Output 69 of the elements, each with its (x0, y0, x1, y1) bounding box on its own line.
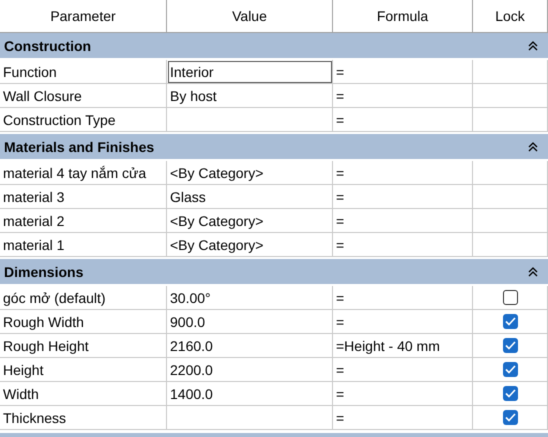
table-cell: Rough Width (0, 310, 167, 334)
lock-checkbox[interactable] (502, 386, 518, 401)
table-cell: material 1 (0, 233, 167, 257)
lock-checkbox[interactable] (502, 338, 518, 353)
collapse-icon[interactable] (528, 142, 538, 152)
table-cell: 900.0 (167, 310, 333, 334)
table-row[interactable]: Rough Width 900.0 = (0, 310, 548, 334)
column-header: Parameter (0, 0, 167, 33)
table-cell: = (333, 382, 473, 406)
lock-checkbox[interactable] (502, 362, 518, 377)
table-cell: <By Category> (167, 233, 333, 257)
table-cell: = (333, 84, 473, 108)
group-header[interactable]: Materials and Finishes (0, 134, 548, 160)
table-cell: 2200.0 (167, 358, 333, 382)
table-cell: =Height - 40 mm (333, 334, 473, 358)
group-header[interactable]: Dimensions (0, 259, 548, 285)
group-header[interactable]: Construction (0, 33, 548, 59)
group-title: Dimensions (4, 264, 84, 280)
table-cell: 2160.0 (167, 334, 333, 358)
table-cell: Thickness (0, 406, 167, 430)
table-cell: = (333, 108, 473, 132)
table-cell: = (333, 233, 473, 257)
table-cell: material 2 (0, 209, 167, 233)
group-title: Materials and Finishes (4, 138, 154, 154)
table-row[interactable]: góc mở (default) 30.00° = (0, 286, 548, 310)
collapse-icon[interactable] (528, 266, 538, 276)
table-row[interactable]: Height 2200.0 = (0, 358, 548, 382)
lock-checkbox[interactable] (502, 410, 518, 425)
collapse-icon[interactable] (528, 40, 538, 50)
table-cell: = (333, 185, 473, 209)
table-cell: Glass (167, 185, 333, 209)
table-cell: <By Category> (167, 161, 333, 185)
column-header: Lock (473, 0, 548, 33)
table-row[interactable]: Function Interior = (0, 60, 548, 84)
table-cell: Construction Type (0, 108, 167, 132)
table-cell: Wall Closure (0, 84, 167, 108)
table-cell: material 4 tay nắm cửa (0, 161, 167, 185)
table-row[interactable]: Width 1400.0 = (0, 382, 548, 406)
table-cell: <By Category> (167, 209, 333, 233)
lock-checkbox[interactable] (502, 314, 518, 329)
table-cell: = (333, 406, 473, 430)
table-cell: Width (0, 382, 167, 406)
table-cell: = (333, 358, 473, 382)
table-cell: Height (0, 358, 167, 382)
table-row[interactable]: material 3 Glass = (0, 185, 548, 209)
table-row[interactable]: Rough Height 2160.0 =Height - 40 mm (0, 334, 548, 358)
table-cell: = (333, 161, 473, 185)
table-cell: material 3 (0, 185, 167, 209)
table-cell: = (333, 60, 473, 84)
value-field[interactable]: Interior (167, 60, 333, 84)
group-title: Construction (4, 38, 92, 54)
table-cell: = (333, 286, 473, 310)
table-cell: = (333, 310, 473, 334)
table-row[interactable]: material 1 <By Category> = (0, 233, 548, 257)
table-cell: góc mở (default) (0, 286, 167, 310)
table-row[interactable]: material 2 <By Category> = (0, 209, 548, 233)
table-cell: 1400.0 (167, 382, 333, 406)
column-header: Formula (333, 0, 473, 33)
table-row[interactable]: Thickness = (0, 406, 548, 430)
table-cell: = (333, 209, 473, 233)
table-cell: 30.00° (167, 286, 333, 310)
lock-checkbox[interactable] (502, 290, 518, 305)
table-row[interactable]: Wall Closure By host = (0, 84, 548, 108)
table-cell: Function (0, 60, 167, 84)
table-row[interactable]: Construction Type = (0, 108, 548, 132)
table-cell: By host (167, 84, 333, 108)
table-row[interactable]: material 4 tay nắm cửa <By Category> = (0, 161, 548, 185)
column-header: Value (167, 0, 333, 33)
table-cell: Rough Height (0, 334, 167, 358)
